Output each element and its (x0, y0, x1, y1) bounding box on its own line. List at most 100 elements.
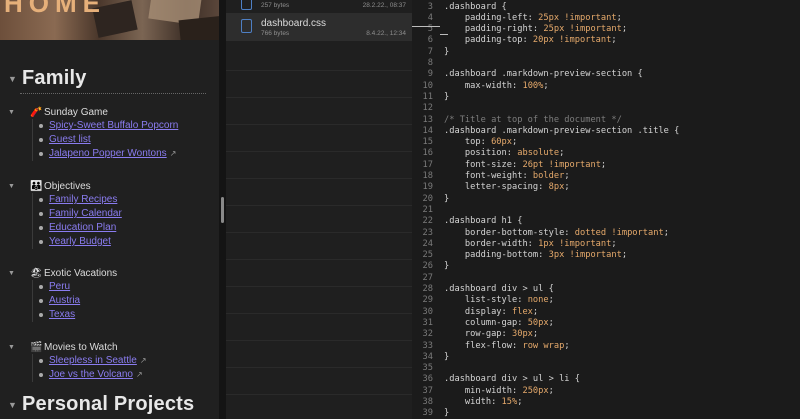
code-line[interactable]: 18 font-weight: bolder; (412, 171, 800, 182)
line-number: 30 (422, 306, 433, 317)
line-number: 15 (422, 137, 433, 148)
external-link-icon: ↗ (135, 370, 143, 379)
pane-resize-handle[interactable] (221, 197, 224, 223)
code-line[interactable]: 11} (412, 92, 800, 103)
code-line[interactable]: 17 font-size: 26pt !important; (412, 160, 800, 171)
row-separator (226, 232, 412, 233)
file-item[interactable]: 257 bytes 28.2.22., 08:37 (226, 0, 412, 14)
code-text: } (444, 408, 450, 419)
code-line[interactable]: 21 (412, 205, 800, 216)
line-number: 9 (427, 69, 433, 80)
collapse-arrow-icon[interactable]: ▼ (8, 74, 17, 84)
group-objectives: ▼ 👪 Objectives Family Recipes Family Cal… (8, 179, 122, 249)
code-line[interactable]: 14 .dashboard .markdown-preview-section .… (412, 126, 800, 137)
code-line[interactable]: 34} (412, 352, 800, 363)
group-title: Objectives (44, 180, 91, 192)
code-text: } (444, 261, 450, 272)
internal-link[interactable]: Spicy-Sweet Buffalo Popcorn (49, 119, 178, 133)
code-editor[interactable]: 3 .dashboard {4 padding-left: 25px !impor… (412, 0, 800, 419)
group-title: Exotic Vacations (44, 267, 118, 279)
internal-link[interactable]: Guest list (49, 133, 91, 147)
code-line[interactable]: 33 flex-flow: row wrap; (412, 341, 800, 352)
code-line[interactable]: 5 padding-right: 25px !important; (412, 24, 800, 35)
code-line[interactable]: 20} (412, 194, 800, 205)
code-line[interactable]: 16 position: absolute; (412, 148, 800, 159)
collapse-arrow-icon[interactable]: ▼ (8, 109, 30, 116)
external-link[interactable]: Sleepless in Seattle (49, 354, 137, 368)
group-title: Movies to Watch (44, 341, 118, 353)
collapse-arrow-icon[interactable]: ▼ (8, 344, 30, 351)
code-line[interactable]: 36 .dashboard div > ul > li { (412, 374, 800, 385)
code-line[interactable]: 27 (412, 273, 800, 284)
internal-link[interactable]: Family Recipes (49, 193, 117, 207)
firecracker-icon: 🧨 (30, 106, 43, 118)
code-line[interactable]: 25 padding-bottom: 3px !important; (412, 250, 800, 261)
external-link-icon: ↗ (169, 149, 177, 158)
internal-link[interactable]: Education Plan (49, 221, 116, 235)
section-personal-projects[interactable]: ▼ Personal Projects (8, 393, 194, 416)
line-number: 14 (422, 125, 433, 136)
file-size: 257 bytes (261, 2, 290, 9)
code-line[interactable]: 35 (412, 363, 800, 374)
code-line[interactable]: 38 width: 15%; (412, 397, 800, 408)
internal-link[interactable]: Texas (49, 308, 75, 322)
code-line[interactable]: 31 column-gap: 50px; (412, 318, 800, 329)
markdown-preview-pane: HOME ▼ Family ▼ 🧨 Sunday Game Spicy-Swee… (0, 0, 219, 419)
row-separator (226, 151, 412, 152)
code-line[interactable]: 3 .dashboard { (412, 2, 800, 13)
list-item: Family Calendar (39, 207, 122, 221)
group-sunday-game: ▼ 🧨 Sunday Game Spicy-Sweet Buffalo Popc… (8, 105, 178, 161)
line-number: 13 (422, 114, 433, 125)
banner-image: HOME (0, 0, 219, 40)
list-item: Spicy-Sweet Buffalo Popcorn (39, 119, 178, 133)
file-item-selected[interactable]: dashboard.css 766 bytes 8.4.22., 12:34 (226, 13, 412, 41)
code-line[interactable]: 9 .dashboard .markdown-preview-section { (412, 69, 800, 80)
code-line[interactable]: 4 padding-left: 25px !important; (412, 13, 800, 24)
line-number: 33 (422, 340, 433, 351)
code-line[interactable]: 12 (412, 103, 800, 114)
code-line[interactable]: 28 .dashboard div > ul { (412, 284, 800, 295)
code-text: padding-right: 25px !important; (444, 24, 628, 35)
row-separator (226, 70, 412, 71)
row-separator (226, 97, 412, 98)
code-text: width: 15%; (444, 397, 523, 407)
line-number: 26 (422, 261, 433, 272)
code-line[interactable]: 39} (412, 408, 800, 419)
code-text: display: flex; (444, 306, 539, 317)
external-link[interactable]: Jalapeno Popper Wontons (49, 147, 167, 161)
code-line[interactable]: 29 list-style: none; (412, 295, 800, 306)
file-list: 257 bytes 28.2.22., 08:37 dashboard.css … (226, 0, 412, 419)
internal-link[interactable]: Peru (49, 280, 70, 294)
code-line[interactable]: 13 /* Title at top of the document */ (412, 115, 800, 126)
code-line[interactable]: 32 row-gap: 30px; (412, 329, 800, 340)
list-item: Sleepless in Seattle ↗ (39, 354, 147, 368)
internal-link[interactable]: Family Calendar (49, 207, 122, 221)
internal-link[interactable]: Austria (49, 294, 80, 308)
row-separator (226, 205, 412, 206)
internal-link[interactable]: Yearly Budget (49, 235, 111, 249)
code-line[interactable]: 37 min-width: 250px; (412, 386, 800, 397)
code-line[interactable]: 10 max-width: 100%; (412, 81, 800, 92)
line-number: 25 (422, 250, 433, 261)
code-line[interactable]: 23 border-bottom-style: dotted !importan… (412, 228, 800, 239)
row-separator (226, 259, 412, 260)
external-link[interactable]: Joe vs the Volcano (49, 368, 133, 382)
code-line[interactable]: 15 top: 60px; (412, 137, 800, 148)
code-line[interactable]: 8 (412, 58, 800, 69)
code-line[interactable]: 7} (412, 47, 800, 58)
code-line[interactable]: 24 border-width: 1px !important; (412, 239, 800, 250)
code-text: } (444, 351, 450, 362)
file-size: 766 bytes (261, 30, 290, 37)
collapse-arrow-icon[interactable]: ▼ (8, 183, 30, 190)
code-line[interactable]: 22 .dashboard h1 { (412, 216, 800, 227)
section-family[interactable]: ▼ Family (8, 67, 87, 90)
code-line[interactable]: 19 letter-spacing: 8px; (412, 182, 800, 193)
code-line[interactable]: 6 padding-top: 20px !important; (412, 35, 800, 46)
line-number: 7 (427, 46, 433, 57)
code-line[interactable]: 26} (412, 261, 800, 272)
code-line[interactable]: 30 display: flex; (412, 307, 800, 318)
line-number: 3 (427, 1, 433, 12)
collapse-arrow-icon[interactable]: ▼ (8, 270, 30, 277)
banner-title: HOME (4, 0, 106, 18)
collapse-arrow-icon[interactable]: ▼ (8, 400, 17, 410)
